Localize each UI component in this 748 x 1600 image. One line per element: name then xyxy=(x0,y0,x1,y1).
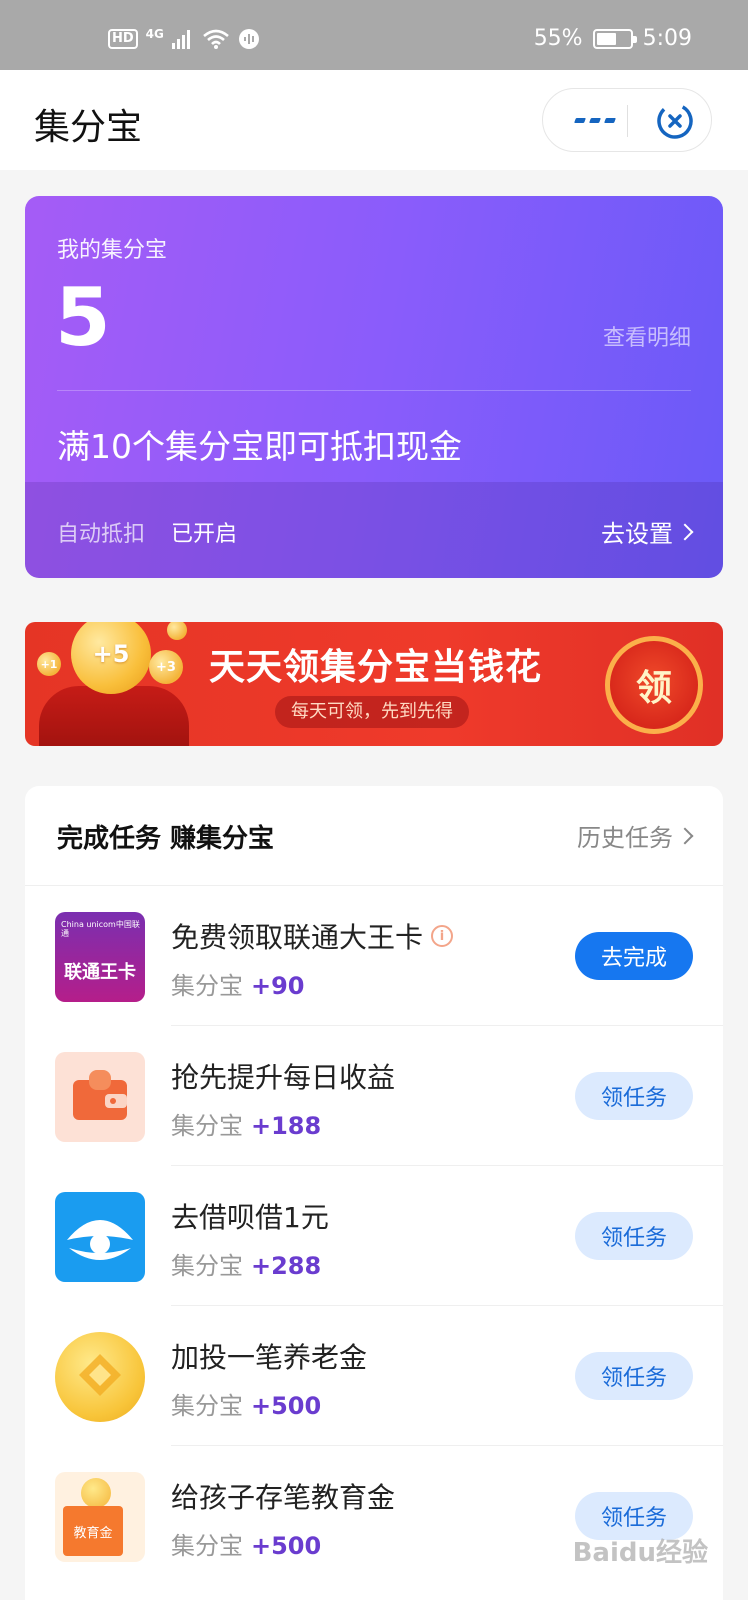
banner-subtitle: 每天可领，先到先得 xyxy=(275,696,469,728)
task-item: 去借呗借1元 集分宝 +288 领任务 xyxy=(25,1166,723,1306)
status-left: HD 4G xyxy=(108,27,260,50)
go-settings-label: 去设置 xyxy=(601,520,673,548)
task-item: 抢先提升每日收益 集分宝 +188 领任务 xyxy=(25,1026,723,1166)
points-card: 我的集分宝 5 查看明细 满10个集分宝即可抵扣现金 自动抵扣 已开启 去设置 xyxy=(25,196,723,578)
reward-label: 集分宝 xyxy=(171,1112,243,1140)
signal-icon xyxy=(171,30,190,49)
reward-value: +500 xyxy=(251,1532,322,1560)
task-item: 加投一笔养老金 集分宝 +500 领任务 xyxy=(25,1306,723,1446)
claim-task-button[interactable]: 领任务 xyxy=(575,1352,693,1400)
card-divider xyxy=(57,390,691,391)
task-name: 给孩子存笔教育金 xyxy=(171,1476,395,1516)
reward-label: 集分宝 xyxy=(171,1252,243,1280)
chevron-right-icon xyxy=(676,523,694,540)
reward-value: +188 xyxy=(251,1112,322,1140)
battery-percent: 55% xyxy=(533,26,583,51)
task-name: 免费领取联通大王卡 i xyxy=(171,916,454,956)
unicom-logo-text: China unicom中国联通 xyxy=(61,920,140,938)
battery-icon xyxy=(592,28,637,49)
auto-deduct-status: 已开启 xyxy=(171,522,238,547)
network-type: 4G xyxy=(145,27,164,41)
task-name: 去借呗借1元 xyxy=(171,1196,329,1236)
wifi-icon xyxy=(203,29,229,49)
task-name-text: 给孩子存笔教育金 xyxy=(171,1481,396,1514)
education-fund-icon: 教育金 xyxy=(55,1472,145,1562)
auto-deduct-label: 自动抵扣 xyxy=(57,522,146,547)
fund-bag-text: 教育金 xyxy=(73,1526,113,1541)
status-right: 55% 5:09 xyxy=(534,26,692,51)
red-bag-icon xyxy=(39,686,189,746)
hd-indicator: HD xyxy=(108,29,138,49)
unicom-card-text: 联通王卡 xyxy=(64,962,136,983)
redeem-hint: 满10个集分宝即可抵扣现金 xyxy=(57,427,462,466)
task-reward: 集分宝 +90 xyxy=(171,966,305,1001)
task-name-text: 加投一笔养老金 xyxy=(171,1341,368,1374)
task-panel: 完成任务 赚集分宝 历史任务 China unicom中国联通 联通王卡 免费领… xyxy=(25,786,723,1600)
history-tasks-link[interactable]: 历史任务 xyxy=(577,818,694,853)
close-icon[interactable] xyxy=(655,101,695,141)
coin-plus3-icon: +3 xyxy=(149,650,183,684)
nav-bar: 集分宝 xyxy=(0,70,748,170)
task-reward: 集分宝 +288 xyxy=(171,1246,321,1281)
audio-icon xyxy=(238,29,259,49)
task-name-text: 免费领取联通大王卡 xyxy=(171,921,424,954)
task-name-text: 去借呗借1元 xyxy=(171,1201,329,1234)
task-reward: 集分宝 +500 xyxy=(171,1386,321,1421)
claim-task-button[interactable]: 领任务 xyxy=(575,1212,693,1260)
coin-icon xyxy=(81,1478,111,1508)
task-name-text: 抢先提升每日收益 xyxy=(171,1061,396,1094)
mini-program-capsule xyxy=(542,88,712,152)
reward-value: +90 xyxy=(251,972,305,1000)
reward-value: +500 xyxy=(251,1392,322,1420)
clock: 5:09 xyxy=(642,26,692,51)
battery-fill xyxy=(596,32,617,45)
jiebei-icon xyxy=(55,1192,145,1282)
points-label: 我的集分宝 xyxy=(57,238,168,263)
complete-task-button[interactable]: 去完成 xyxy=(575,932,693,980)
task-panel-header: 完成任务 赚集分宝 历史任务 xyxy=(25,786,723,886)
claim-task-button[interactable]: 领任务 xyxy=(575,1072,693,1120)
view-detail-link[interactable]: 查看明细 xyxy=(603,320,691,352)
watermark: Baidu经验 xyxy=(572,1538,708,1568)
chevron-right-icon xyxy=(676,827,694,844)
more-icon[interactable] xyxy=(565,89,625,151)
unicom-card-icon: China unicom中国联通 联通王卡 xyxy=(55,912,145,1002)
gold-coin-icon xyxy=(55,1332,145,1422)
wallet-icon xyxy=(55,1052,145,1142)
info-icon[interactable]: i xyxy=(431,925,454,947)
points-value: 5 xyxy=(55,271,111,364)
page-title: 集分宝 xyxy=(34,107,143,148)
coin-plus5-icon: +5 xyxy=(71,622,151,694)
task-name: 抢先提升每日收益 xyxy=(171,1056,395,1096)
task-item: China unicom中国联通 联通王卡 免费领取联通大王卡 i 集分宝 +90… xyxy=(25,886,723,1026)
coin-plus1-icon: +1 xyxy=(37,652,61,676)
reward-value: +288 xyxy=(251,1252,322,1280)
status-bar: HD 4G 55% 5:09 xyxy=(0,0,748,70)
history-tasks-label: 历史任务 xyxy=(577,824,673,852)
daily-claim-banner[interactable]: +5 +1 +3 天天领集分宝当钱花 每天可领，先到先得 领 xyxy=(25,622,723,746)
auto-deduct-bar: 自动抵扣 已开启 去设置 xyxy=(25,482,723,578)
task-name: 加投一笔养老金 xyxy=(171,1336,367,1376)
reward-label: 集分宝 xyxy=(171,1532,243,1560)
go-settings-link[interactable]: 去设置 xyxy=(601,514,694,549)
task-reward: 集分宝 +188 xyxy=(171,1106,321,1141)
small-coin-icon xyxy=(167,622,187,640)
capsule-divider xyxy=(627,105,628,137)
reward-label: 集分宝 xyxy=(171,1392,243,1420)
banner-title: 天天领集分宝当钱花 xyxy=(209,647,543,688)
claim-button[interactable]: 领 xyxy=(605,636,703,734)
task-panel-title: 完成任务 赚集分宝 xyxy=(57,824,275,854)
task-reward: 集分宝 +500 xyxy=(171,1526,321,1561)
reward-label: 集分宝 xyxy=(171,972,243,1000)
